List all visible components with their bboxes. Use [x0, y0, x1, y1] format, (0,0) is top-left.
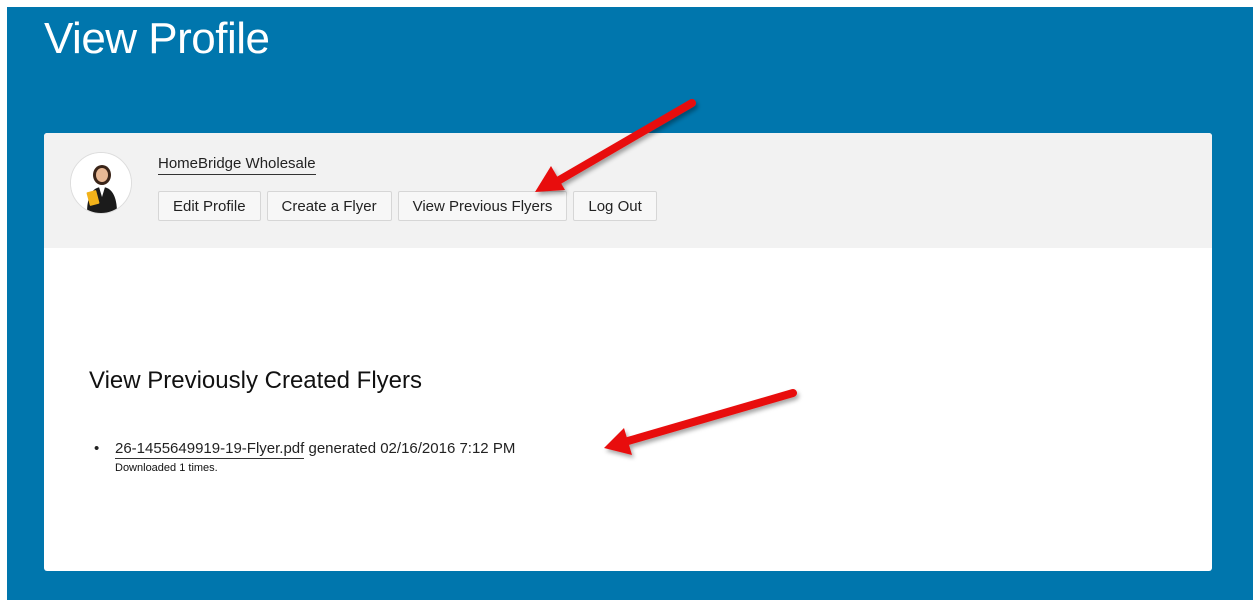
profile-panel: HomeBridge Wholesale Edit Profile Create… — [44, 133, 1212, 571]
profile-header: HomeBridge Wholesale Edit Profile Create… — [44, 133, 1212, 248]
edit-profile-button[interactable]: Edit Profile — [158, 191, 261, 221]
flyer-list: • 26-1455649919-19-Flyer.pdf generated 0… — [89, 440, 515, 474]
log-out-button[interactable]: Log Out — [573, 191, 657, 221]
flyer-download-count: Downloaded 1 times. — [115, 462, 218, 474]
page-title: View Profile — [44, 14, 270, 63]
list-item: • 26-1455649919-19-Flyer.pdf generated 0… — [89, 440, 515, 474]
view-previous-flyers-button[interactable]: View Previous Flyers — [397, 191, 568, 221]
bullet-icon: • — [94, 440, 100, 457]
create-flyer-button[interactable]: Create a Flyer — [266, 191, 392, 221]
user-avatar-icon — [70, 152, 132, 214]
flyer-file-link[interactable]: 26-1455649919-19-Flyer.pdf — [115, 440, 305, 459]
company-name-link[interactable]: HomeBridge Wholesale — [158, 155, 316, 175]
flyer-generated-date: generated 02/16/2016 7:12 PM — [308, 440, 516, 457]
flyers-section-title: View Previously Created Flyers — [89, 367, 423, 394]
profile-nav-buttons: Edit Profile Create a Flyer View Previou… — [158, 191, 657, 221]
